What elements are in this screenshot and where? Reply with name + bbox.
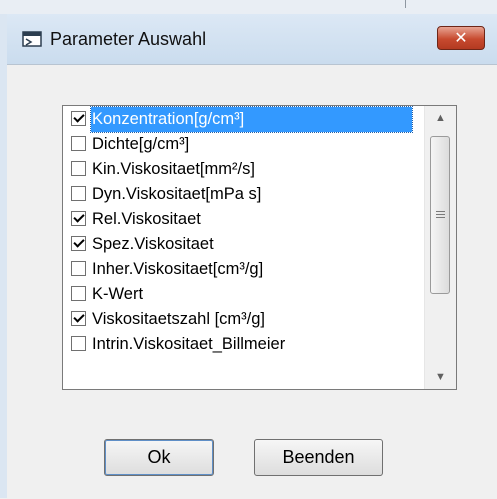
window-frame-top [0, 0, 497, 15]
vertical-scrollbar[interactable]: ▲ ▼ [424, 106, 456, 389]
checkbox[interactable] [71, 136, 86, 151]
window-app-icon [22, 31, 42, 47]
checklist-item[interactable]: K-Wert [63, 282, 425, 307]
checklist-item-label: Konzentration[g/cm³] [90, 106, 413, 133]
checkbox[interactable] [71, 286, 86, 301]
checklist-item[interactable]: Inher.Viskositaet[cm³/g] [63, 257, 425, 282]
checklist-item[interactable]: Intrin.Viskositaet_Billmeier [63, 332, 425, 357]
close-button[interactable]: ✕ [437, 26, 485, 50]
checkbox[interactable] [71, 161, 86, 176]
checklist-item[interactable]: Dichte[g/cm³] [63, 132, 425, 157]
checklist-item[interactable]: Kin.Viskositaet[mm²/s] [63, 157, 425, 182]
close-icon: ✕ [454, 28, 468, 47]
checklist-item[interactable]: Spez.Viskositaet [63, 232, 425, 257]
scroll-down-icon[interactable]: ▼ [425, 365, 456, 389]
checklist-item[interactable]: Viskositaetszahl [cm³/g] [63, 307, 425, 332]
checklist-item-label: Spez.Viskositaet [92, 235, 214, 253]
checkbox[interactable] [71, 236, 86, 251]
scrollbar-thumb[interactable] [430, 136, 450, 294]
checklist-item-label: K-Wert [92, 285, 144, 303]
parameter-checklist[interactable]: Konzentration[g/cm³] Dichte[g/cm³] Kin.Vis… [62, 105, 457, 390]
scroll-up-icon[interactable]: ▲ [425, 106, 456, 130]
checklist-item-label: Intrin.Viskositaet_Billmeier [92, 335, 286, 353]
checklist-item-label: Dichte[g/cm³] [92, 135, 190, 153]
checklist-item-label: Rel.Viskositaet [92, 210, 201, 228]
grip-line [436, 211, 445, 212]
checkbox[interactable] [71, 336, 86, 351]
frame-mark [405, 0, 406, 8]
quit-button[interactable]: Beenden [254, 439, 383, 476]
checkbox[interactable] [71, 311, 86, 326]
checkbox[interactable] [71, 186, 86, 201]
checkbox[interactable] [71, 211, 86, 226]
checklist-item-label: Viskositaetszahl [cm³/g] [92, 310, 266, 328]
checklist-item-label: Kin.Viskositaet[mm²/s] [92, 160, 255, 178]
ok-button[interactable]: Ok [104, 439, 214, 476]
checkbox[interactable] [71, 111, 86, 126]
checklist-item[interactable]: Dyn.Viskositaet[mPa s] [63, 182, 425, 207]
checklist-item[interactable]: Konzentration[g/cm³] [63, 106, 425, 133]
grip-line [436, 217, 445, 218]
checkbox[interactable] [71, 261, 86, 276]
checklist-item[interactable]: Rel.Viskositaet [63, 207, 425, 232]
grip-line [436, 214, 445, 215]
checklist-item-label: Inher.Viskositaet[cm³/g] [92, 260, 264, 278]
checklist-item-label: Dyn.Viskositaet[mPa s] [92, 185, 262, 203]
dialog-body: Konzentration[g/cm³] Dichte[g/cm³] Kin.Vis… [7, 64, 497, 499]
dialog-titlebar[interactable]: Parameter Auswahl ✕ [7, 14, 497, 64]
dialog-title: Parameter Auswahl [50, 29, 207, 49]
checklist-items: Konzentration[g/cm³] Dichte[g/cm³] Kin.Vis… [63, 106, 425, 357]
